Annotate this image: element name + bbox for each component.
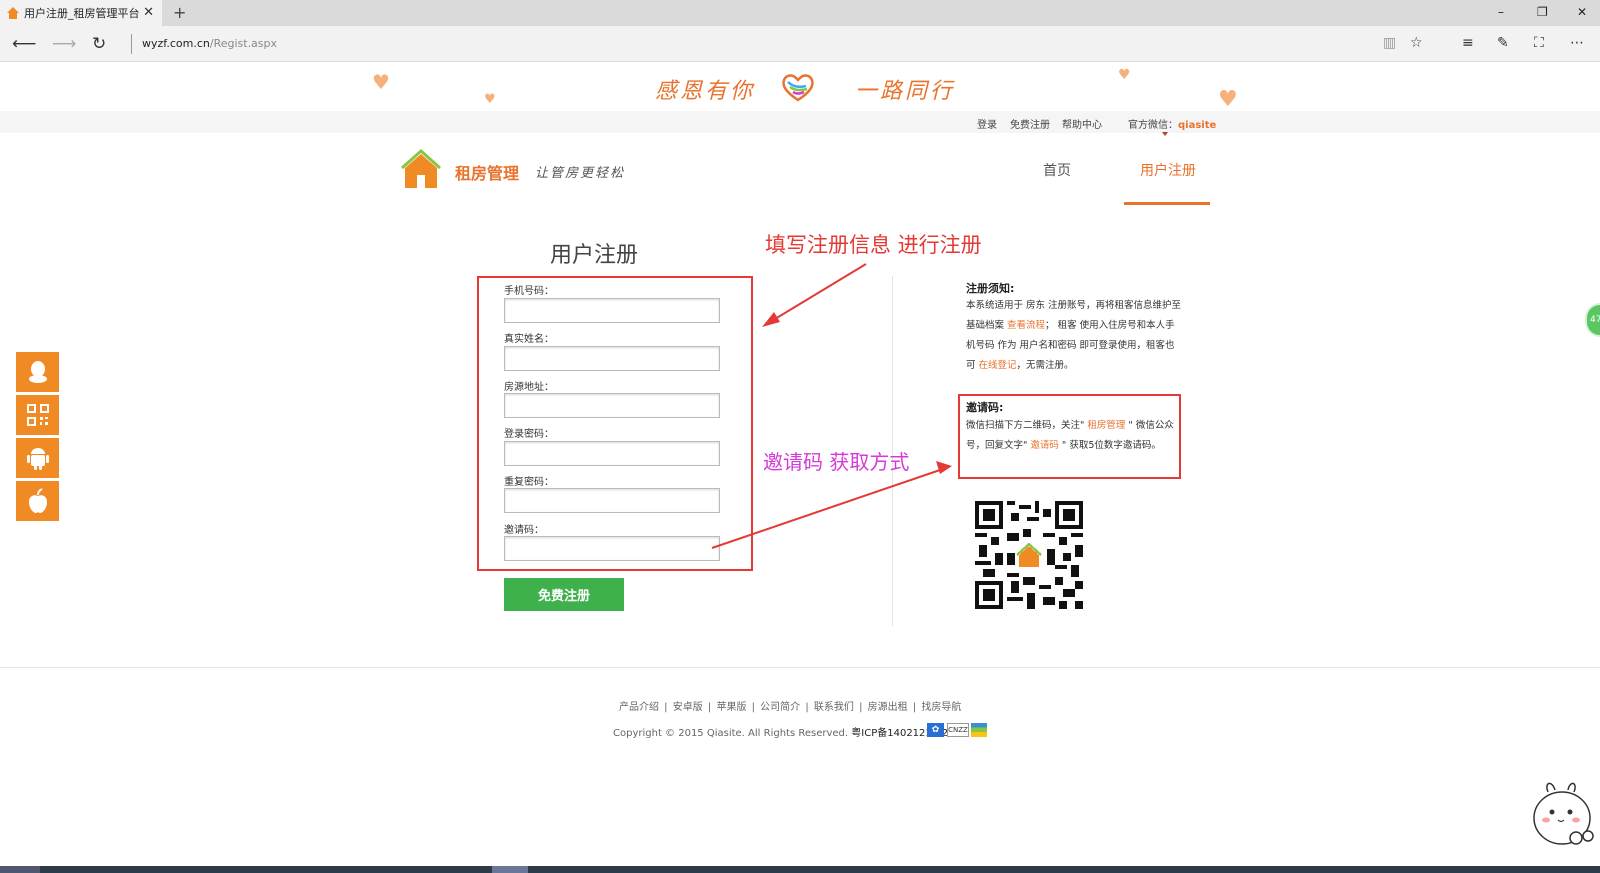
notice-body: 本系统适用于 房东 注册账号，再将租客信息维护至基础档案 查看流程； 租客 使用… bbox=[966, 296, 1182, 376]
tab-close-icon[interactable]: ✕ bbox=[143, 5, 154, 20]
wechat-qr-code-icon bbox=[975, 501, 1083, 609]
invite-title: 邀请码: bbox=[966, 401, 1004, 414]
top-links-strip bbox=[0, 111, 1600, 133]
share-icon[interactable]: ⛶ bbox=[1534, 35, 1544, 51]
holiday-banner: ♥ ♥ 感恩有你 一路同行 ♥ ♥ bbox=[0, 63, 1600, 112]
browser-nav-bar: ⟵ ⟶ ↻ wyzf.com.cn/Regist.aspx ▥ ☆ ≡ ✎ ⛶ … bbox=[0, 26, 1600, 62]
official-wechat[interactable]: 官方微信：qiasite bbox=[1128, 116, 1216, 131]
android-robot-icon bbox=[26, 448, 49, 470]
wechat-id: qiasite bbox=[1178, 120, 1217, 131]
invite-keyword: 邀请码 bbox=[1030, 440, 1059, 451]
confirm-password-label: 重复密码： bbox=[504, 477, 554, 488]
annotation-fill-info: 填写注册信息 进行注册 bbox=[765, 233, 982, 257]
invite-text: 微信扫描下方二维码，关注" bbox=[966, 420, 1088, 431]
free-register-link[interactable]: 免费注册 bbox=[1010, 116, 1050, 131]
arrow-to-invite-head-icon bbox=[936, 461, 952, 474]
os-taskbar bbox=[0, 866, 1600, 873]
floating-widget[interactable]: 47 bbox=[1585, 303, 1600, 337]
heart-decoration-icon: ♥ bbox=[372, 70, 390, 94]
new-tab-button[interactable]: + bbox=[173, 3, 186, 22]
active-nav-underline bbox=[1124, 202, 1210, 205]
register-title: 用户注册 bbox=[550, 243, 639, 268]
password-label: 登录密码： bbox=[504, 429, 554, 440]
heart-logo-icon bbox=[782, 74, 814, 102]
url-path: /Regist.aspx bbox=[209, 37, 278, 50]
wechat-label: 官方微信： bbox=[1128, 120, 1178, 131]
web-note-icon[interactable]: ✎ bbox=[1497, 35, 1509, 51]
hub-icon[interactable]: ≡ bbox=[1462, 35, 1474, 51]
tab-title: 用户注册_租房管理平台 bbox=[24, 7, 140, 20]
reading-view-icon[interactable]: ▥ bbox=[1383, 35, 1396, 51]
banner-right-text: 一路同行 bbox=[855, 79, 956, 104]
refresh-icon[interactable]: ↻ bbox=[92, 34, 106, 54]
invite-text: " 获取5位数字邀请码。 bbox=[1058, 440, 1161, 451]
heart-decoration-icon: ♥ bbox=[484, 92, 496, 107]
baidu-paw-icon[interactable]: ✿ bbox=[927, 723, 944, 737]
arrow-to-form-line bbox=[769, 263, 867, 323]
wechat-account-link[interactable]: 租房管理 bbox=[1087, 420, 1125, 431]
taskbar-item[interactable] bbox=[0, 866, 40, 873]
caret-down-icon bbox=[1162, 132, 1168, 136]
banner-left-text: 感恩有你 bbox=[655, 79, 756, 104]
browser-tab-bar: 用户注册_租房管理平台 ✕ + – ❐ ✕ bbox=[0, 0, 1600, 26]
back-icon[interactable]: ⟵ bbox=[12, 34, 36, 54]
qq-icon[interactable] bbox=[16, 352, 59, 392]
password-input[interactable] bbox=[504, 441, 720, 466]
copyright-text: Copyright © 2015 Qiasite. All Rights Res… bbox=[613, 724, 958, 739]
address-divider bbox=[131, 34, 132, 54]
invite-code-label: 邀请码： bbox=[504, 525, 544, 536]
real-name-input[interactable] bbox=[504, 346, 720, 371]
bunny-mascot-icon[interactable] bbox=[1530, 780, 1596, 850]
footer-links[interactable]: 产品介绍 | 安卓版 | 苹果版 | 公司简介 | 联系我们 | 房源出租 | … bbox=[619, 698, 961, 713]
phone-label: 手机号码： bbox=[504, 286, 554, 297]
annotation-invite-code: 邀请码 获取方式 bbox=[763, 450, 910, 474]
qr-glyph-icon bbox=[26, 404, 49, 426]
free-register-button[interactable]: 免费注册 bbox=[504, 578, 624, 611]
login-link[interactable]: 登录 bbox=[977, 116, 997, 131]
help-center-link[interactable]: 帮助中心 bbox=[1062, 116, 1102, 131]
browser-tab[interactable]: 用户注册_租房管理平台 ✕ bbox=[0, 0, 162, 26]
more-icon[interactable]: ⋯ bbox=[1570, 35, 1584, 51]
notice-text: ，无需注册。 bbox=[1016, 360, 1074, 371]
site-name: 租房管理 bbox=[455, 164, 520, 183]
invite-code-input[interactable] bbox=[504, 536, 720, 561]
confirm-password-input[interactable] bbox=[504, 488, 720, 513]
taskbar-item[interactable] bbox=[492, 866, 528, 873]
qq-penguin-icon bbox=[28, 361, 47, 383]
real-name-label: 真实姓名： bbox=[504, 334, 554, 345]
nav-home[interactable]: 首页 bbox=[1043, 160, 1071, 180]
copyright: Copyright © 2015 Qiasite. All Rights Res… bbox=[613, 728, 849, 739]
phone-input[interactable] bbox=[504, 298, 720, 323]
cnzz-badge[interactable]: CNZZ bbox=[947, 723, 969, 737]
qr-code-icon[interactable] bbox=[16, 395, 59, 435]
view-process-link[interactable]: 查看流程 bbox=[1007, 320, 1045, 331]
site-slogan: 让管房更轻松 bbox=[535, 166, 626, 181]
heart-decoration-icon: ♥ bbox=[1118, 67, 1131, 83]
forward-icon[interactable]: ⟶ bbox=[52, 34, 76, 54]
arrow-to-form-head-icon bbox=[762, 312, 780, 327]
apple-logo-icon bbox=[28, 488, 47, 513]
site-favicon-icon bbox=[6, 6, 19, 20]
address-label: 房源地址： bbox=[504, 382, 554, 393]
address-bar[interactable]: wyzf.com.cn/Regist.aspx bbox=[142, 37, 277, 50]
favorite-star-icon[interactable]: ☆ bbox=[1410, 35, 1423, 51]
footer-divider bbox=[0, 667, 1600, 668]
online-register-link[interactable]: 在线登记 bbox=[979, 360, 1017, 371]
heart-decoration-icon: ♥ bbox=[1218, 87, 1238, 112]
url-host: wyzf.com.cn bbox=[142, 37, 210, 50]
apple-icon[interactable] bbox=[16, 481, 59, 521]
notice-title: 注册须知: bbox=[966, 282, 1015, 295]
stats-badge-icon[interactable] bbox=[971, 723, 987, 737]
house-logo-icon bbox=[400, 148, 442, 188]
restore-button[interactable]: ❐ bbox=[1537, 5, 1548, 19]
nav-register[interactable]: 用户注册 bbox=[1140, 160, 1196, 180]
invite-body: 微信扫描下方二维码，关注" 租房管理 " 微信公众号，回复文字" 邀请码 " 获… bbox=[966, 416, 1180, 456]
close-window-button[interactable]: ✕ bbox=[1577, 5, 1587, 19]
address-input[interactable] bbox=[504, 393, 720, 418]
android-icon[interactable] bbox=[16, 438, 59, 478]
minimize-button[interactable]: – bbox=[1498, 5, 1504, 19]
